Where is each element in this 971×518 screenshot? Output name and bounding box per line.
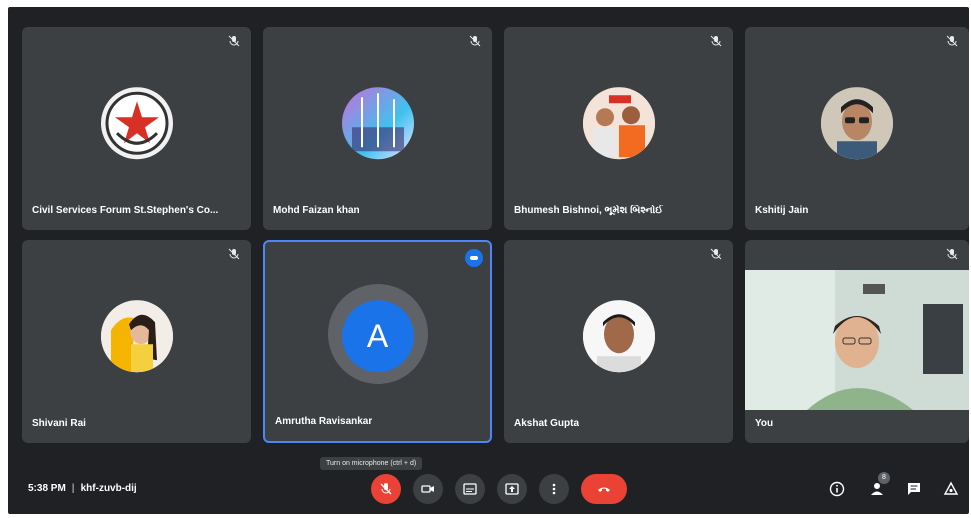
mic-off-icon xyxy=(945,248,959,262)
participant-tile[interactable]: Civil Services Forum St.Stephen's Co... xyxy=(22,27,251,230)
microphone-toggle-button[interactable] xyxy=(371,474,401,504)
camera-icon xyxy=(421,485,434,493)
mic-off-icon xyxy=(227,248,241,262)
participant-tile[interactable]: Kshitij Jain xyxy=(745,27,969,230)
camera-toggle-button[interactable] xyxy=(413,474,443,504)
avatar xyxy=(582,86,655,159)
activities-button[interactable] xyxy=(940,478,962,500)
avatar xyxy=(341,86,414,159)
participant-name: You xyxy=(755,418,774,429)
participant-tile[interactable]: Shivani Rai xyxy=(22,240,251,443)
avatar xyxy=(100,299,173,372)
avatar xyxy=(100,86,173,159)
mic-off-icon xyxy=(380,483,392,495)
participant-name: Akshat Gupta xyxy=(514,418,580,429)
participant-count-badge: 8 xyxy=(878,472,890,484)
participant-tile[interactable]: Akshat Gupta xyxy=(504,240,733,443)
self-view-tile[interactable]: You xyxy=(745,240,969,443)
more-vert-icon xyxy=(552,483,556,495)
mic-off-icon xyxy=(227,35,241,49)
participant-name: Bhumesh Bishnoi, ભૂમેશ બિશ્નોઈ xyxy=(514,205,663,216)
meeting-window: Civil Services Forum St.Stephen's Co... … xyxy=(8,7,969,514)
info-icon xyxy=(829,481,845,497)
avatar xyxy=(821,86,893,159)
participant-name: Shivani Rai xyxy=(32,418,86,429)
avatar: A xyxy=(341,299,414,372)
mic-off-icon xyxy=(945,35,959,49)
participant-tile[interactable]: Mohd Faizan khan xyxy=(263,27,492,230)
hang-up-icon xyxy=(598,487,610,492)
mic-off-icon xyxy=(468,35,482,49)
people-button[interactable]: 8 xyxy=(866,472,890,500)
participant-name: Civil Services Forum St.Stephen's Co... xyxy=(32,205,219,216)
mic-off-icon xyxy=(709,35,723,49)
mic-off-icon xyxy=(709,248,723,262)
participant-tile[interactable]: Bhumesh Bishnoi, ભૂમેશ બિશ્નોઈ xyxy=(504,27,733,230)
participant-name: Kshitij Jain xyxy=(755,205,809,216)
speaking-indicator-icon xyxy=(465,249,483,267)
participant-tile-speaking[interactable]: A Amrutha Ravisankar xyxy=(263,240,492,443)
present-screen-button[interactable] xyxy=(497,474,527,504)
meeting-info-button[interactable] xyxy=(826,478,848,500)
meeting-details: 5:38 PM | khf-zuvb-dij xyxy=(28,483,137,494)
captions-icon xyxy=(463,483,477,495)
present-icon xyxy=(505,483,519,495)
participant-name: Amrutha Ravisankar xyxy=(275,416,373,427)
chat-icon xyxy=(908,483,920,495)
clock-time: 5:38 PM xyxy=(28,483,66,494)
more-options-button[interactable] xyxy=(539,474,569,504)
avatar xyxy=(582,299,655,372)
activities-icon xyxy=(943,481,959,495)
captions-button[interactable] xyxy=(455,474,485,504)
self-video xyxy=(745,270,969,410)
divider: | xyxy=(71,483,75,494)
chat-button[interactable] xyxy=(903,478,925,500)
control-bar: 5:38 PM | khf-zuvb-dij 8 xyxy=(8,466,969,514)
leave-call-button[interactable] xyxy=(581,474,627,504)
participant-name: Mohd Faizan khan xyxy=(273,205,360,216)
meeting-code: khf-zuvb-dij xyxy=(80,483,137,494)
